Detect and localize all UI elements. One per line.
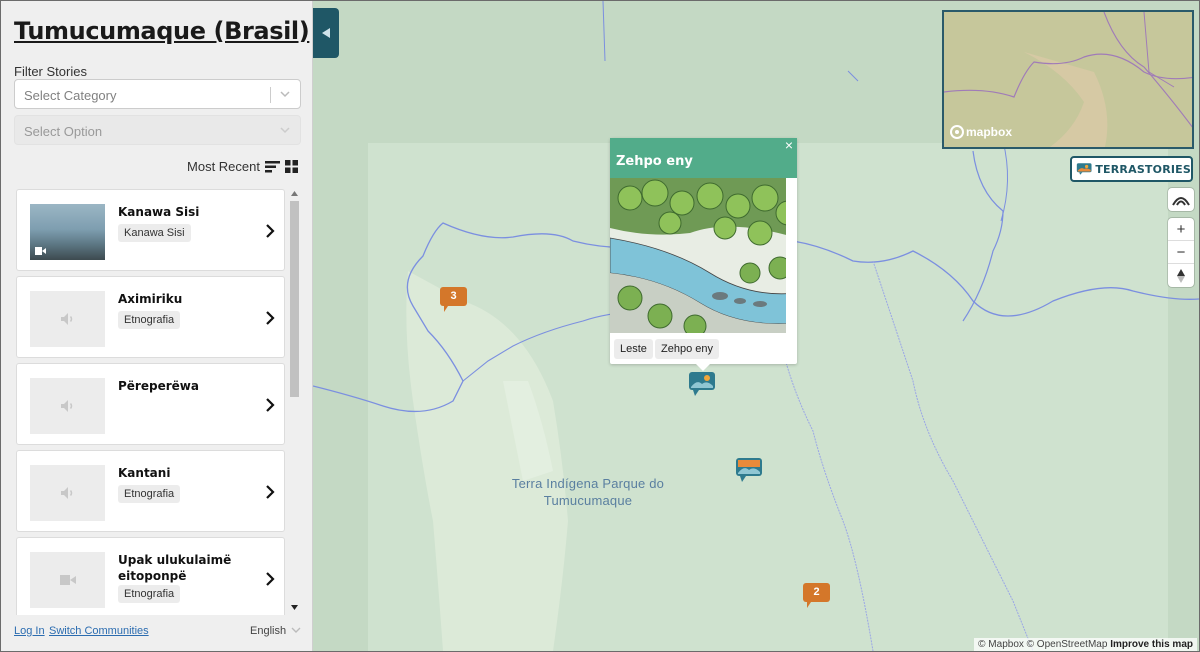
list-scrollbar[interactable] (289, 189, 299, 615)
zoom-controls: + − (1168, 218, 1194, 287)
popup-tag: Zehpo eny (655, 339, 719, 359)
map-view[interactable]: Terra Indígena Parque do Tumucumaque 3 2… (313, 1, 1199, 651)
story-thumbnail (30, 552, 105, 608)
story-thumbnail (30, 465, 105, 521)
story-list: Kanawa Sisi Kanawa Sisi Aximiriku Etnogr… (16, 189, 287, 615)
scroll-down-icon[interactable] (291, 605, 298, 610)
map-style-control[interactable] (1168, 188, 1194, 211)
category-placeholder: Select Category (24, 88, 117, 103)
sort-controls: Most Recent (187, 159, 298, 174)
story-title: Kantani (118, 466, 171, 480)
sidebar-footer: Log In Switch Communities English (1, 621, 313, 641)
zoom-in-button[interactable]: + (1168, 218, 1194, 241)
layers-icon (1172, 196, 1190, 206)
zoom-out-button[interactable]: − (1168, 241, 1194, 264)
collapse-sidebar-button[interactable] (313, 8, 339, 58)
sidebar: Tumucumaque (Brasil) Filter Stories Sele… (1, 1, 313, 651)
language-label: English (250, 625, 287, 637)
language-select[interactable]: English (250, 625, 301, 637)
chevron-right-icon (266, 311, 275, 325)
story-title: Aximiriku (118, 292, 183, 306)
video-icon (59, 575, 76, 585)
story-tag: Kanawa Sisi (118, 224, 191, 242)
story-title: Upak ulukulaimë eitoponpë (118, 553, 232, 583)
story-thumbnail (30, 291, 105, 347)
compass-button[interactable] (1168, 264, 1194, 287)
category-select[interactable]: Select Category (14, 79, 301, 109)
basemap-toggle-button[interactable] (1168, 188, 1194, 211)
minimap[interactable]: mapbox (942, 10, 1194, 149)
chevron-right-icon (266, 572, 275, 586)
story-popup: Zehpo eny × Leste Zehpo eny (610, 138, 797, 371)
sort-label[interactable]: Most Recent (187, 159, 260, 174)
audio-icon (60, 487, 72, 499)
chevron-down-icon (280, 127, 290, 134)
popup-tail (696, 364, 710, 371)
close-icon[interactable]: × (782, 138, 796, 153)
list-item[interactable]: Kanawa Sisi Kanawa Sisi (16, 189, 285, 271)
grid-view-icon[interactable] (285, 160, 298, 173)
video-icon (35, 247, 46, 255)
popup-tag: Leste (614, 339, 653, 359)
chevron-right-icon (266, 398, 275, 412)
chevron-right-icon (266, 224, 275, 238)
option-placeholder: Select Option (24, 124, 103, 139)
map-area-label: Terra Indígena Parque do Tumucumaque (511, 476, 665, 508)
story-marker-icon[interactable] (734, 457, 764, 483)
mapbox-icon (950, 125, 964, 139)
story-tag: Etnografia (118, 485, 181, 503)
popup-illustration (610, 178, 797, 333)
page-title: Tumucumaque (Brasil) (14, 17, 310, 45)
terrastories-icon (1076, 163, 1092, 175)
map-attribution: © Mapbox © OpenStreetMap Improve this ma… (974, 638, 1197, 651)
select-separator (270, 87, 271, 103)
story-cluster-marker[interactable]: 3 (440, 287, 467, 312)
sort-lines-icon[interactable] (265, 160, 280, 173)
story-title: Kanawa Sisi (118, 205, 200, 219)
login-link[interactable]: Log In (14, 625, 45, 637)
attribution-text[interactable]: © Mapbox © OpenStreetMap (978, 639, 1107, 650)
mapbox-logo-text: mapbox (966, 125, 1013, 139)
story-cluster-marker[interactable]: 2 (803, 583, 830, 608)
improve-map-link[interactable]: Improve this map (1110, 639, 1193, 650)
popup-title: Zehpo eny (610, 138, 797, 178)
switch-communities-link[interactable]: Switch Communities (49, 625, 149, 637)
chevron-down-icon (280, 91, 290, 98)
mapbox-logo: mapbox (950, 125, 1012, 139)
option-select[interactable]: Select Option (14, 115, 301, 145)
list-item[interactable]: Kantani Etnografia (16, 450, 285, 532)
story-thumbnail (30, 204, 105, 260)
terrastories-logo-text: TERRASTORIES (1095, 162, 1191, 176)
scroll-up-icon[interactable] (291, 191, 298, 196)
list-item[interactable]: Upak ulukulaimë eitoponpë Etnografia (16, 537, 285, 615)
chevron-right-icon (266, 485, 275, 499)
filter-label: Filter Stories (14, 64, 87, 79)
story-title: Përeperëwa (118, 379, 199, 393)
story-tag: Etnografia (118, 585, 181, 603)
story-tag: Etnografia (118, 311, 181, 329)
audio-icon (60, 400, 72, 412)
list-item[interactable]: Aximiriku Etnografia (16, 276, 285, 358)
story-marker-icon[interactable] (687, 371, 717, 397)
audio-icon (60, 313, 72, 325)
list-item[interactable]: Përeperëwa (16, 363, 285, 445)
chevron-left-icon (322, 28, 330, 38)
story-thumbnail (30, 378, 105, 434)
scroll-thumb[interactable] (290, 201, 299, 397)
compass-icon (1177, 268, 1185, 283)
terrastories-logo[interactable]: TERRASTORIES (1070, 156, 1193, 182)
chevron-down-icon (291, 627, 301, 633)
